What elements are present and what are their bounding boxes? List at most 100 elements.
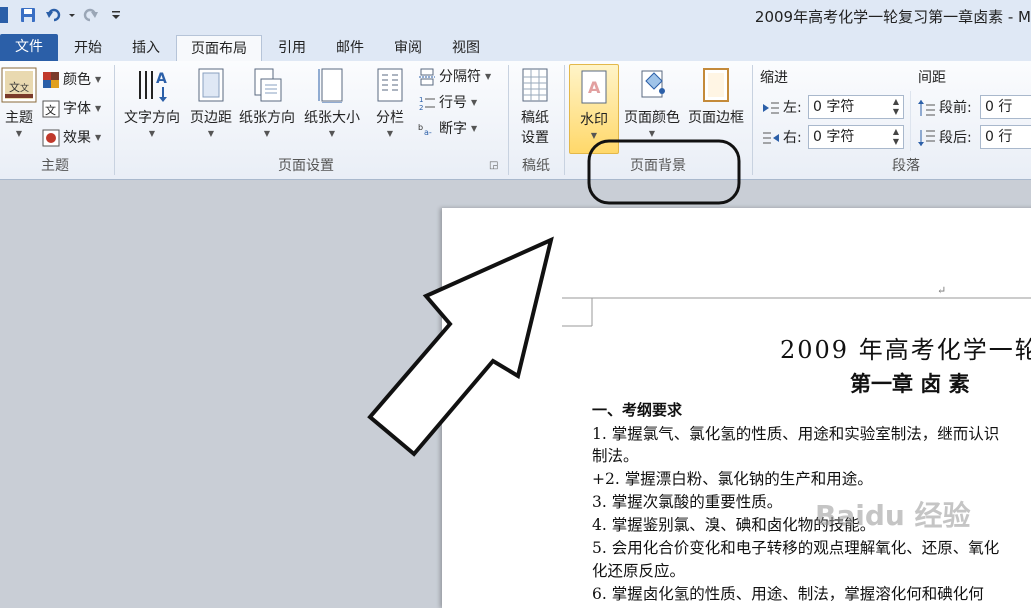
paper-size-label: 纸张大小 [304, 110, 360, 126]
paper-size-icon [318, 68, 343, 103]
group-divider [752, 65, 753, 175]
columns-button[interactable]: 分栏 ▼ [370, 67, 410, 138]
orientation-button[interactable]: 纸张方向 ▼ [236, 67, 298, 138]
themes-button[interactable]: 文文 主题 ▼ [0, 67, 38, 138]
body-line: 5. 会用化合价变化和电子转移的观点理解氧化、还原、氧化 [592, 539, 1000, 557]
columns-label: 分栏 [376, 110, 404, 126]
manuscript-label-line2: 设置 [521, 130, 549, 146]
svg-text:a-: a- [424, 128, 432, 137]
breaks-label: 分隔符 [439, 69, 481, 85]
tab-view[interactable]: 视图 [440, 35, 492, 61]
body-line: +2. 掌握漂白粉、氯化钠的生产和用途。 [592, 470, 873, 488]
hyphenation-label: 断字 [439, 121, 467, 137]
indent-right-icon [762, 129, 780, 147]
spacing-before-row: 段前: [918, 97, 972, 119]
svg-text:b: b [418, 123, 423, 132]
tab-review[interactable]: 审阅 [382, 35, 434, 61]
redo-icon[interactable] [82, 6, 100, 24]
indent-right-spinner[interactable]: 0 字符 ▲ ▼ [808, 125, 904, 149]
paragraph-mark-icon: ↵ [937, 284, 947, 297]
svg-text:文: 文 [45, 103, 56, 117]
svg-text:2: 2 [419, 104, 423, 112]
page-borders-button[interactable]: 页面边框 [684, 67, 748, 127]
page-color-button[interactable]: 页面颜色 ▼ [621, 67, 683, 138]
breaks-icon [418, 68, 436, 86]
theme-fonts-label: 字体 [63, 101, 91, 117]
breaks-button[interactable]: 分隔符 ▼ [418, 66, 491, 88]
site-watermark-logo: Baidu 经验 [815, 499, 971, 532]
themes-icon: 文文 [1, 67, 37, 103]
page-borders-icon [703, 68, 729, 102]
watermark-label: 水印 [580, 112, 608, 128]
group-divider [564, 65, 565, 175]
line-numbers-button[interactable]: 12 行号 ▼ [418, 92, 477, 114]
margins-button[interactable]: 页边距 ▼ [186, 67, 236, 138]
chevron-down-icon: ▼ [328, 129, 336, 138]
section-heading: 一、考纲要求 [592, 401, 683, 419]
document-title: 2009 年高考化学一轮 [780, 336, 1031, 364]
tab-home[interactable]: 开始 [62, 35, 114, 61]
theme-effects-button[interactable]: 效果 ▼ [42, 127, 101, 149]
manuscript-grid-icon [522, 68, 548, 102]
page-color-label: 页面颜色 [624, 110, 680, 126]
indent-left-row: 左: [762, 97, 802, 119]
watermark-button[interactable]: A 水印 ▼ [569, 64, 619, 154]
line-numbers-icon: 12 [418, 94, 436, 112]
customize-quick-access-icon[interactable] [108, 6, 124, 24]
spinner-arrows-icon[interactable]: ▲ ▼ [891, 127, 901, 147]
themes-label: 主题 [5, 110, 33, 126]
tab-references[interactable]: 引用 [266, 35, 318, 61]
undo-icon[interactable] [45, 6, 77, 24]
tab-mailings[interactable]: 邮件 [324, 35, 376, 61]
palette-icon [42, 71, 60, 89]
group-label-page-setup: 页面设置 [278, 158, 334, 174]
spacing-after-icon [918, 129, 936, 147]
text-direction-button[interactable]: A 文字方向 ▼ [120, 67, 184, 138]
word-app-icon[interactable] [0, 6, 8, 24]
chevron-down-icon: ▼ [386, 129, 394, 138]
spacing-heading: 间距 [918, 70, 946, 86]
group-label-manuscript: 稿纸 [522, 158, 550, 174]
save-icon[interactable] [18, 6, 38, 24]
group-divider [508, 65, 509, 175]
group-label-paragraph: 段落 [892, 158, 920, 174]
spacing-after-spinner[interactable]: 0 行 [980, 125, 1031, 149]
svg-text:文: 文 [9, 80, 20, 94]
title-bar: 2009年高考化学一轮复习第一章卤素 - M [0, 0, 1031, 31]
hyphenation-icon: b a- [418, 120, 436, 138]
spacing-before-label: 段前: [939, 100, 972, 116]
body-line: 化还原反应。 [592, 562, 686, 580]
theme-colors-label: 颜色 [63, 72, 91, 88]
paper-size-button[interactable]: 纸张大小 ▼ [300, 67, 364, 138]
hyphenation-button[interactable]: b a- 断字 ▼ [418, 118, 477, 140]
manuscript-settings-button[interactable]: 稿纸 设置 [512, 67, 558, 147]
spacing-before-value: 0 行 [985, 99, 1013, 115]
indent-left-label: 左: [783, 100, 802, 116]
tab-file[interactable]: 文件 [0, 34, 58, 61]
tab-page-layout[interactable]: 页面布局 [176, 35, 262, 63]
line-numbers-label: 行号 [439, 95, 467, 111]
indent-right-value: 0 字符 [813, 129, 855, 145]
indent-left-spinner[interactable]: 0 字符 ▲ ▼ [808, 95, 904, 119]
page-setup-dialog-launcher-icon[interactable]: ◲ [489, 160, 498, 171]
spacing-before-spinner[interactable]: 0 行 [980, 95, 1031, 119]
indent-right-row: 右: [762, 127, 802, 149]
svg-text:A: A [156, 71, 167, 87]
watermark-icon: A [581, 70, 607, 104]
tab-insert[interactable]: 插入 [120, 35, 172, 61]
spinner-arrows-icon[interactable]: ▲ ▼ [891, 97, 901, 117]
group-divider [114, 65, 115, 175]
theme-colors-button[interactable]: 颜色 ▼ [42, 69, 101, 91]
theme-effects-label: 效果 [63, 130, 91, 146]
chevron-down-icon: ▼ [15, 129, 23, 138]
columns-icon [377, 68, 403, 102]
group-label-themes: 主题 [41, 158, 69, 174]
orientation-label: 纸张方向 [239, 110, 295, 126]
theme-fonts-button[interactable]: 文 字体 ▼ [42, 98, 101, 120]
svg-text:文: 文 [20, 82, 29, 94]
body-line: 6. 掌握卤化氢的性质、用途、制法，掌握溶化何和碘化何 [592, 585, 984, 603]
ribbon: 文文 主题 ▼ 颜色 ▼ 文 字体 ▼ 效果 ▼ 主题 A 文字方向 ▼ 页边距 ▼ [0, 61, 1031, 180]
body-line: 制法。 [592, 447, 639, 465]
body-line: 1. 掌握氯气、氯化氢的性质、用途和实验室制法，继而认识 [592, 425, 1000, 443]
document-page[interactable]: ↵ 2009 年高考化学一轮 第一章 卤 素 一、考纲要求 1. 掌握氯气、氯化… [442, 208, 1031, 608]
